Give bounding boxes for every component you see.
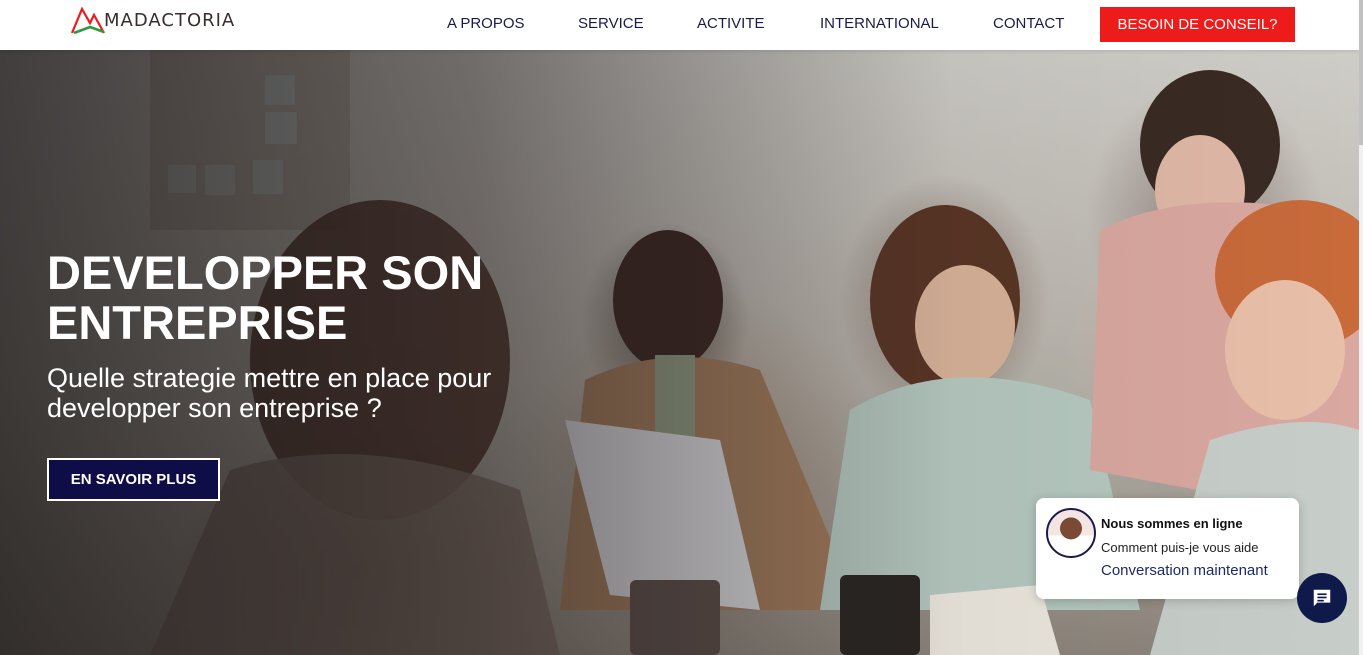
hero-subtitle: Quelle strategie mettre en place pour de… bbox=[47, 363, 492, 423]
site-logo[interactable]: MADACTORIA bbox=[70, 4, 235, 36]
logo-text: MADACTORIA bbox=[104, 9, 236, 31]
agent-avatar bbox=[1046, 508, 1096, 558]
page-scrollbar[interactable] bbox=[1359, 0, 1363, 655]
chat-prompt: Comment puis-je vous aide bbox=[1101, 540, 1259, 555]
start-conversation-link[interactable]: Conversation maintenant bbox=[1101, 562, 1268, 579]
en-savoir-plus-button[interactable]: EN SAVOIR PLUS bbox=[47, 458, 220, 501]
chat-open-button[interactable] bbox=[1297, 573, 1347, 623]
scrollbar-thumb[interactable] bbox=[1359, 0, 1363, 145]
nav-item-service[interactable]: SERVICE bbox=[578, 15, 644, 32]
logo-mark-icon bbox=[70, 6, 105, 35]
chat-status: Nous sommes en ligne bbox=[1101, 516, 1243, 531]
site-header: MADACTORIA A PROPOS SERVICE ACTIVITE INT… bbox=[0, 0, 1359, 50]
chat-bubble-icon bbox=[1313, 589, 1331, 607]
nav-item-international[interactable]: INTERNATIONAL bbox=[820, 15, 939, 32]
nav-item-contact[interactable]: CONTACT bbox=[993, 15, 1064, 32]
chat-popup[interactable]: Nous sommes en ligne Comment puis-je vou… bbox=[1036, 498, 1299, 599]
hero-title: DEVELOPPER SON ENTREPRISE bbox=[47, 246, 484, 349]
nav-item-activite[interactable]: ACTIVITE bbox=[697, 15, 765, 32]
nav-item-a-propos[interactable]: A PROPOS bbox=[447, 15, 525, 32]
besoin-de-conseil-button[interactable]: BESOIN DE CONSEIL? bbox=[1100, 7, 1295, 42]
